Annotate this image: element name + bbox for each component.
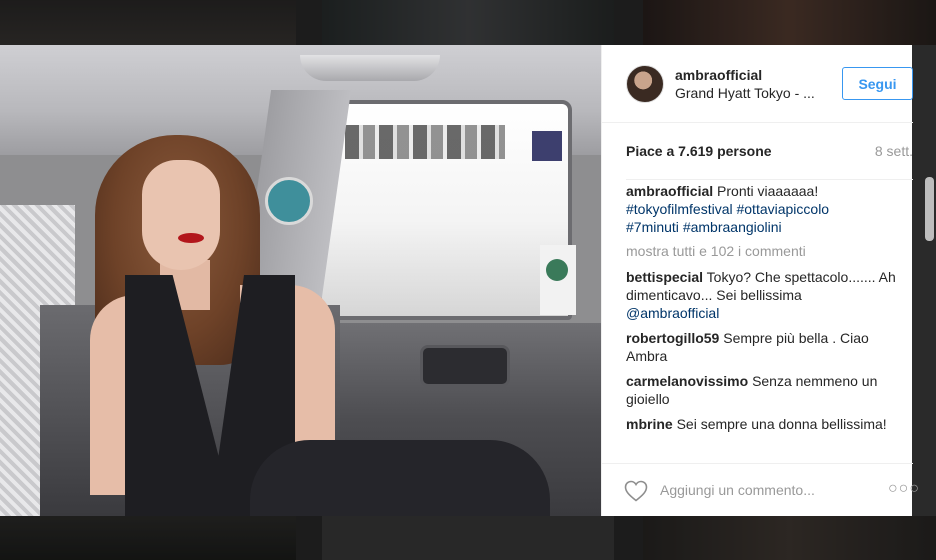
feed-thumbnail[interactable] [0, 0, 296, 45]
mention-link[interactable]: @ambraofficial [626, 305, 719, 321]
feed-thumbnail[interactable] [0, 516, 296, 560]
likes-count[interactable]: Piace a 7.619 persone [626, 143, 772, 159]
list-item: mbrine Sei sempre una donna bellissima! [626, 415, 913, 433]
show-all-comments-link[interactable]: mostra tutti e 102 i commenti [626, 243, 913, 259]
hashtag-link[interactable]: #ambraangiolini [683, 219, 782, 235]
post-username[interactable]: ambraofficial [675, 67, 762, 83]
post-time[interactable]: 8 sett. [875, 143, 913, 159]
card-stickers [345, 125, 505, 159]
post-side-panel: ambraofficial Grand Hyatt Tokyo - ... Se… [601, 45, 934, 516]
comment-user[interactable]: ambraofficial [626, 183, 713, 199]
hashtag-link[interactable]: #ottaviapiccolo [736, 201, 829, 217]
comment-user[interactable]: bettispecial [626, 269, 703, 285]
comments-list[interactable]: ambraofficial Pronti viaaaaaa! #tokyofil… [626, 179, 913, 449]
comments-scrollbar[interactable] [925, 177, 934, 449]
comment-user[interactable]: carmelanovissimo [626, 373, 748, 389]
list-item: carmelanovissimo Senza nemmeno un gioiel… [626, 372, 913, 408]
feed-thumbnail[interactable] [322, 516, 614, 560]
avatar[interactable] [626, 65, 664, 103]
hashtag-link[interactable]: #7minuti [626, 219, 679, 235]
likes-row: Piace a 7.619 persone 8 sett. [626, 143, 913, 163]
post-header: ambraofficial Grand Hyatt Tokyo - ... Se… [602, 45, 913, 123]
comment-user[interactable]: mbrine [626, 416, 673, 432]
caption: ambraofficial Pronti viaaaaaa! #tokyofil… [626, 182, 913, 236]
list-item: bettispecial Tokyo? Che spettacolo......… [626, 268, 913, 322]
caption-text: Pronti viaaaaaa! [717, 183, 819, 199]
comment-user[interactable]: robertogillo59 [626, 330, 719, 346]
comment-input[interactable]: Aggiungi un commento... [660, 482, 815, 498]
woman-face [142, 160, 220, 270]
feed-thumbnail[interactable] [643, 0, 936, 45]
post-photo[interactable] [0, 45, 601, 516]
hashtag-link[interactable]: #tokyofilmfestival [626, 201, 733, 217]
dress-lap [250, 440, 550, 516]
grab-handle [300, 55, 440, 81]
welcome-sticker [265, 177, 313, 225]
heart-icon[interactable] [624, 480, 648, 502]
post-modal: ambraofficial Grand Hyatt Tokyo - ... Se… [0, 45, 934, 516]
post-location[interactable]: Grand Hyatt Tokyo - ... [675, 85, 815, 101]
blue-sticker [532, 131, 562, 161]
post-footer: Aggiungi un commento... ○○○ [602, 463, 919, 516]
feed-thumbnail[interactable] [322, 0, 614, 45]
more-options-icon[interactable]: ○○○ [888, 480, 920, 498]
door-handle [420, 345, 510, 387]
follow-button[interactable]: Segui [842, 67, 913, 100]
list-item: robertogillo59 Sempre più bella . Ciao A… [626, 329, 913, 365]
taxi-tokyo-sticker [540, 245, 576, 315]
feed-thumbnail[interactable] [643, 516, 936, 560]
scrollbar-thumb[interactable] [925, 177, 934, 241]
woman-lips [178, 233, 204, 243]
comment-text: Sei sempre una donna bellissima! [676, 416, 887, 432]
